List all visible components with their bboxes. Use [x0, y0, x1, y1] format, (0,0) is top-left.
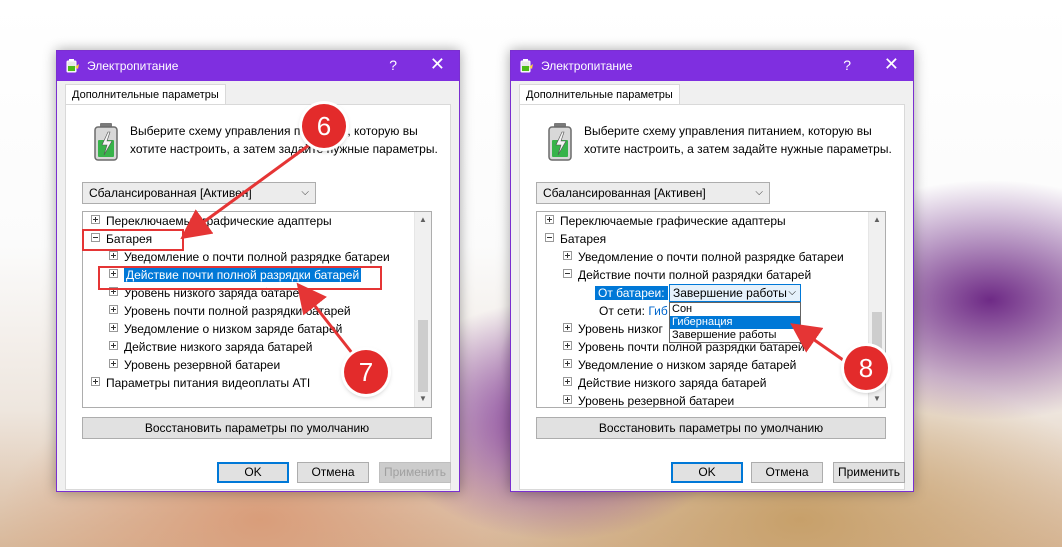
tree-item[interactable]: Уведомление о низком заряде батарей	[563, 356, 796, 374]
annotation-badge-6: 6	[302, 104, 346, 148]
expand-icon[interactable]	[109, 359, 118, 368]
dropdown-option-sleep[interactable]: Сон	[670, 303, 800, 316]
collapse-icon[interactable]	[563, 269, 572, 278]
window-title: Электропитание	[87, 59, 179, 73]
expand-icon[interactable]	[109, 251, 118, 260]
power-options-icon	[520, 59, 533, 73]
help-button[interactable]: ?	[389, 57, 397, 73]
close-icon[interactable]: ✕	[884, 54, 899, 75]
power-scheme-select[interactable]: Сбалансированная [Активен] ⌵	[536, 182, 770, 204]
description-text: Выберите схему управления питанием, кото…	[584, 124, 892, 156]
scroll-down-icon[interactable]: ▼	[415, 391, 431, 407]
highlight-box-critical-action	[98, 266, 382, 290]
tree-item[interactable]: Уровень резервной батареи	[563, 392, 734, 407]
power-scheme-value: Сбалансированная [Активен]	[543, 186, 706, 200]
tree-item-battery[interactable]: Батарея	[545, 230, 606, 248]
scrollbar-thumb[interactable]	[418, 320, 428, 392]
on-battery-row: От батареи:	[595, 284, 668, 302]
tree-item[interactable]: Уровень почти полной разрядки батарей	[109, 302, 351, 320]
chevron-down-icon: ⌵	[788, 287, 796, 298]
title-bar[interactable]: Электропитание ? ✕	[57, 51, 459, 81]
tree-item[interactable]: Действие низкого заряда батарей	[109, 338, 312, 356]
scroll-up-icon[interactable]: ▲	[869, 212, 885, 228]
expand-icon[interactable]	[91, 377, 100, 386]
restore-defaults-button[interactable]: Восстановить параметры по умолчанию	[82, 417, 432, 439]
scroll-up-icon[interactable]: ▲	[415, 212, 431, 228]
tab-advanced-settings[interactable]: Дополнительные параметры	[65, 84, 226, 105]
power-scheme-select[interactable]: Сбалансированная [Активен] ⌵	[82, 182, 316, 204]
plugged-in-value[interactable]: Гиб	[648, 304, 667, 318]
restore-defaults-button[interactable]: Восстановить параметры по умолчанию	[536, 417, 886, 439]
tree-item[interactable]: Переключаемые графические адаптеры	[545, 212, 786, 230]
expand-icon[interactable]	[109, 323, 118, 332]
tree-item[interactable]: Уведомление о низком заряде батарей	[109, 320, 342, 338]
apply-button[interactable]: Применить	[833, 462, 905, 483]
close-icon[interactable]: ✕	[430, 54, 445, 75]
ok-button[interactable]: OK	[671, 462, 743, 483]
expand-icon[interactable]	[545, 215, 554, 224]
vertical-scrollbar[interactable]: ▲ ▼	[414, 212, 431, 407]
tree-item[interactable]: Уровень резервной батареи	[109, 356, 280, 374]
title-bar[interactable]: Электропитание ? ✕	[511, 51, 913, 81]
on-battery-select[interactable]: Завершение работы ⌵	[669, 284, 801, 302]
expand-icon[interactable]	[563, 359, 572, 368]
plugged-in-row[interactable]: От сети: Гиб	[599, 302, 668, 320]
power-options-dialog-right: Электропитание ? ✕ Дополнительные параме…	[510, 50, 914, 492]
battery-icon	[94, 123, 118, 161]
scroll-down-icon[interactable]: ▼	[869, 391, 885, 407]
expand-icon[interactable]	[563, 341, 572, 350]
cancel-button[interactable]: Отмена	[297, 462, 369, 483]
tab-advanced-settings[interactable]: Дополнительные параметры	[519, 84, 680, 105]
battery-icon	[548, 123, 572, 161]
apply-button[interactable]: Применить	[379, 462, 451, 483]
expand-icon[interactable]	[563, 323, 572, 332]
expand-icon[interactable]	[109, 305, 118, 314]
power-scheme-value: Сбалансированная [Активен]	[89, 186, 252, 200]
on-battery-dropdown-list[interactable]: Сон Гибернация Завершение работы	[669, 302, 801, 343]
settings-panel: Выберите схему управления питанием, кото…	[519, 104, 905, 490]
annotation-badge-8: 8	[844, 346, 888, 390]
tree-item[interactable]: Переключаемые графические адаптеры	[91, 212, 332, 230]
chevron-down-icon: ⌵	[301, 187, 309, 198]
expand-icon[interactable]	[109, 341, 118, 350]
on-battery-label: От батареи:	[595, 286, 668, 300]
ok-button[interactable]: OK	[217, 462, 289, 483]
tree-item[interactable]: Уровень низког	[563, 320, 663, 338]
window-title: Электропитание	[541, 59, 633, 73]
help-button[interactable]: ?	[843, 57, 851, 73]
on-battery-value: Завершение работы	[673, 286, 787, 300]
annotation-badge-7: 7	[344, 350, 388, 394]
dropdown-option-hibernate[interactable]: Гибернация	[670, 316, 800, 329]
tree-item[interactable]: Действие низкого заряда батарей	[563, 374, 766, 392]
tree-item[interactable]: Параметры питания видеоплаты ATI	[91, 374, 310, 392]
highlight-box-battery	[82, 229, 184, 251]
expand-icon[interactable]	[563, 377, 572, 386]
plugged-in-label: От сети:	[599, 304, 645, 318]
collapse-icon[interactable]	[545, 233, 554, 242]
tree-item[interactable]: Уведомление о почти полной разрядке бата…	[563, 248, 844, 266]
description-text: Выберите схему управления питанием, кото…	[130, 124, 438, 156]
chevron-down-icon: ⌵	[755, 187, 763, 198]
dropdown-option-shutdown[interactable]: Завершение работы	[670, 329, 800, 342]
expand-icon[interactable]	[91, 215, 100, 224]
settings-tree[interactable]: Переключаемые графические адаптеры Батар…	[536, 211, 886, 408]
cancel-button[interactable]: Отмена	[751, 462, 823, 483]
power-options-icon	[66, 59, 79, 73]
tree-item-critical-action[interactable]: Действие почти полной разрядки батарей	[563, 266, 811, 284]
expand-icon[interactable]	[563, 395, 572, 404]
expand-icon[interactable]	[563, 251, 572, 260]
settings-panel: Выберите схему управления питанием, кото…	[65, 104, 451, 490]
